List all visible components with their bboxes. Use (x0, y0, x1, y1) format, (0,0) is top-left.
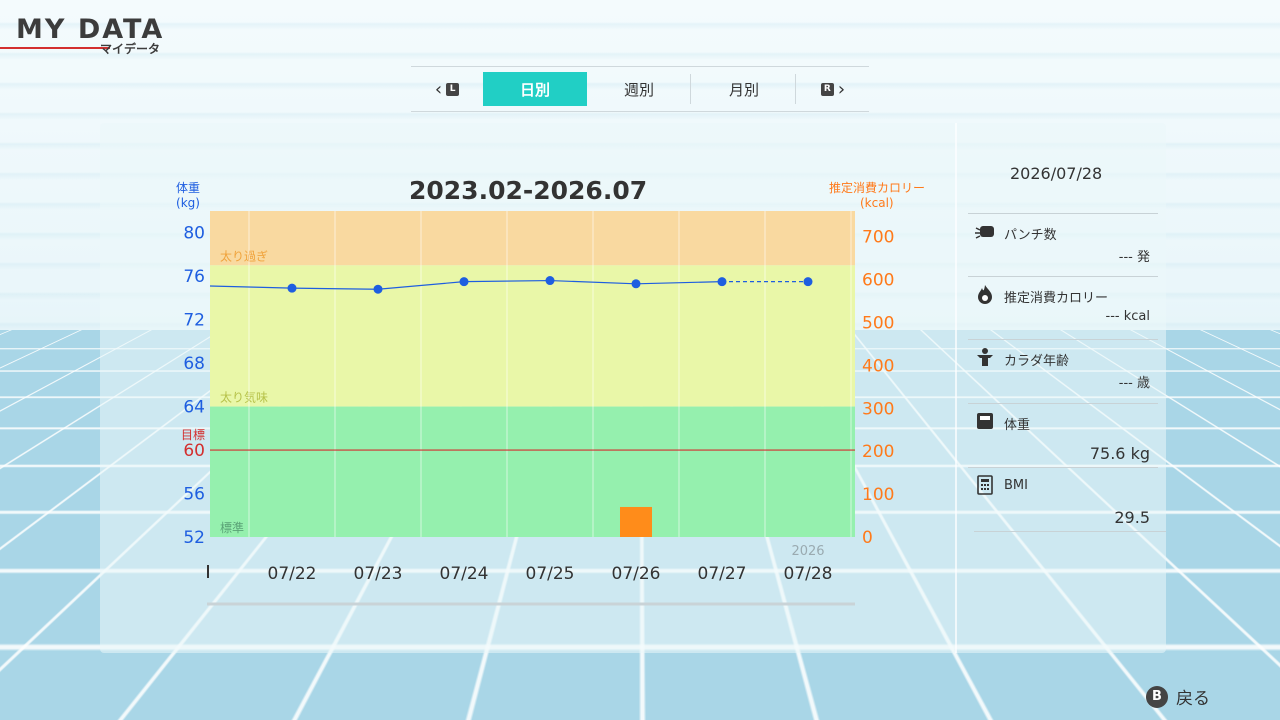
side-row-calorie: 推定消費カロリー --- kcal (968, 276, 1158, 339)
tab-daily[interactable]: 日別 (483, 72, 587, 106)
header-logo: MY DATA マイデータ (0, 14, 164, 56)
side-row-body-age: カラダ年齢 --- 歳 (968, 339, 1158, 402)
back-label: 戻る (1176, 689, 1210, 709)
weight-label: 体重 (1004, 418, 1031, 433)
selected-date: 2026/07/28 (1010, 164, 1103, 183)
side-row-weight: 体重 75.6 kg (968, 403, 1158, 466)
calorie-flame-icon (978, 285, 992, 304)
body-age-icon (977, 348, 993, 366)
title-underline (0, 47, 110, 49)
calorie-value: --- kcal (1105, 309, 1150, 324)
tab-weekly[interactable]: 週別 (587, 72, 691, 106)
bmi-value: 29.5 (1114, 508, 1150, 527)
page-subtitle: マイデータ (100, 42, 161, 56)
calculator-icon (977, 475, 993, 495)
side-row-bmi: BMI 29.5 (968, 467, 1158, 530)
punch-count-label: パンチ数 (1004, 228, 1057, 243)
right-axis-label: 推定消費カロリー (828, 181, 925, 195)
weight-value: 75.6 kg (1089, 444, 1150, 463)
next-tab-button[interactable]: R › (803, 72, 863, 106)
body-age-label: カラダ年齢 (1004, 354, 1070, 369)
side-row-punch: パンチ数 --- 発 (968, 213, 1158, 276)
tab-separator (795, 74, 796, 104)
right-axis-unit: (kcal) (860, 196, 894, 210)
tab-weekly-label: 週別 (623, 80, 654, 99)
tab-daily-label: 日別 (519, 80, 550, 99)
chart-title: 2023.02-2026.07 (409, 176, 648, 205)
chevron-left-icon: ‹ (434, 78, 443, 100)
chevron-right-icon: › (837, 78, 846, 100)
calorie-label: 推定消費カロリー (1004, 291, 1109, 306)
bmi-label: BMI (1004, 478, 1028, 493)
tab-monthly-label: 月別 (728, 80, 759, 99)
right-axis-title: 推定消費カロリー (kcal) (822, 181, 932, 211)
tab-monthly[interactable]: 月別 (692, 72, 796, 106)
left-axis-title: 体重 (kg) (176, 181, 200, 211)
prev-tab-button[interactable]: ‹ L (417, 72, 477, 106)
punch-icon (975, 226, 994, 239)
b-button-icon: B (1146, 685, 1168, 708)
side-bottom-divider (974, 531, 1166, 532)
left-axis-label: 体重 (176, 181, 201, 195)
panel-divider (955, 123, 957, 653)
back-button[interactable]: B 戻る (1146, 684, 1210, 709)
body-age-value: --- 歳 (1118, 376, 1150, 391)
period-tab-bar: ‹ L 日別 週別 月別 R › (411, 66, 869, 112)
left-axis-unit: (kg) (176, 196, 200, 210)
r-button-icon: R (820, 82, 834, 96)
l-button-icon: L (446, 82, 460, 96)
scale-icon (977, 413, 993, 429)
tab-separator (690, 74, 691, 104)
punch-count-value: --- 発 (1118, 250, 1150, 265)
